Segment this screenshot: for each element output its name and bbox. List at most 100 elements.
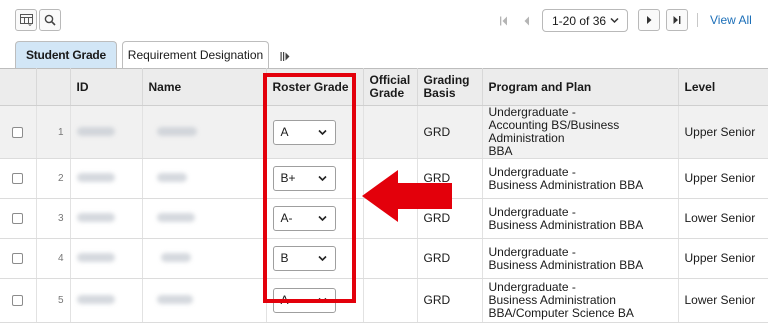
grid-header-row: ID Name Roster Grade Official Grade Grad… — [0, 68, 768, 106]
roster-grade-select[interactable]: A- — [272, 206, 336, 231]
student-id-cell — [70, 158, 143, 199]
student-id-cell — [70, 198, 143, 239]
row-select-cell — [0, 198, 37, 239]
roster-grade-select[interactable]: A — [272, 119, 336, 145]
level-cell: Upper Senior — [678, 238, 768, 279]
roster-grade-value: B — [280, 251, 289, 265]
column-header-grading-basis[interactable]: Grading Basis — [417, 68, 483, 106]
row-checkbox[interactable] — [12, 295, 24, 306]
plan-text-line: BBA/Computer Science BA — [488, 306, 634, 320]
first-page-button[interactable] — [499, 14, 509, 26]
page-range-value: 1-20 of 36 — [552, 13, 607, 28]
roster-grade-select[interactable]: B — [272, 246, 336, 271]
last-page-button[interactable] — [666, 9, 688, 31]
official-grade-cell — [363, 158, 418, 199]
first-page-icon — [500, 16, 507, 26]
column-header-program-and-plan[interactable]: Program and Plan — [482, 68, 679, 106]
column-header-roster-grade[interactable]: Roster Grade — [266, 68, 364, 106]
redacted-id — [76, 126, 115, 136]
program-plan-cell: Undergraduate - Business Administration … — [482, 278, 679, 323]
table-row: 3 A- GRD Undergraduate - Business Admini… — [0, 198, 768, 239]
toolbar-divider — [697, 13, 698, 27]
grading-basis-cell: GRD — [417, 158, 483, 199]
page-range-select[interactable]: 1-20 of 36 — [542, 9, 628, 32]
redacted-id — [76, 213, 115, 222]
expand-tabs-icon — [280, 52, 290, 61]
student-id-cell — [70, 278, 143, 323]
roster-grade-cell: B — [266, 238, 364, 279]
grading-basis-cell: GRD — [417, 198, 483, 239]
program-plan-cell: Undergraduate - Business Administration … — [482, 158, 679, 199]
student-name-cell — [142, 105, 267, 159]
show-all-columns-button[interactable] — [280, 49, 290, 67]
grading-basis-cell: GRD — [417, 278, 483, 323]
table-row: 5 A GRD Undergraduate - Business Adminis… — [0, 278, 768, 323]
row-select-cell — [0, 158, 37, 199]
row-checkbox[interactable] — [12, 173, 24, 184]
column-header-id[interactable]: ID — [70, 68, 143, 106]
plan-text-line: Business Administration BBA — [488, 217, 644, 232]
redacted-name — [156, 213, 195, 222]
row-number: 2 — [36, 158, 71, 199]
next-page-icon — [647, 16, 652, 24]
chevron-down-icon — [317, 215, 327, 222]
row-checkbox[interactable] — [12, 126, 24, 138]
student-name-cell — [142, 198, 267, 239]
grading-basis-cell: GRD — [417, 105, 483, 159]
personalize-grid-button[interactable] — [15, 9, 37, 31]
official-grade-cell — [363, 198, 418, 239]
redacted-id — [76, 295, 115, 304]
table-row: 1 A GRD Undergraduate - Accounting BS/Bu… — [0, 105, 768, 159]
redacted-name — [156, 126, 197, 136]
level-cell: Upper Senior — [678, 105, 768, 159]
roster-grade-value: A — [280, 293, 289, 307]
redacted-name — [160, 253, 191, 262]
level-cell: Lower Senior — [678, 198, 768, 239]
find-button[interactable] — [39, 9, 61, 31]
redacted-id — [76, 173, 115, 182]
student-name-cell — [142, 238, 267, 279]
official-grade-cell — [363, 238, 418, 279]
roster-grade-cell: B+ — [266, 158, 364, 199]
next-page-button[interactable] — [638, 9, 660, 31]
column-header-name[interactable]: Name — [142, 68, 267, 106]
chevron-down-icon — [317, 175, 327, 182]
tab-student-grade[interactable]: Student Grade — [15, 41, 117, 68]
roster-grade-select[interactable]: A — [272, 288, 336, 313]
table-row: 2 B+ GRD Undergraduate - Business Admini… — [0, 158, 768, 199]
chevron-down-icon — [610, 17, 619, 24]
table-row: 4 B GRD Undergraduate - Business Adminis… — [0, 238, 768, 279]
official-grade-cell — [363, 105, 418, 159]
student-grade-grid: ID Name Roster Grade Official Grade Grad… — [0, 68, 768, 323]
tab-requirement-designation[interactable]: Requirement Designation — [122, 41, 269, 68]
roster-grade-select[interactable]: B+ — [272, 166, 336, 191]
plan-text-line: Accounting BS/Business Administration — [488, 118, 620, 145]
view-all-link[interactable]: View All — [710, 13, 752, 27]
redacted-name — [156, 295, 193, 304]
row-number: 5 — [36, 278, 71, 323]
column-header-official-grade[interactable]: Official Grade — [363, 68, 418, 106]
roster-grade-value: A — [280, 124, 289, 139]
student-id-cell — [70, 238, 143, 279]
program-text: Undergraduate - — [488, 204, 576, 219]
search-icon — [44, 14, 56, 26]
row-checkbox[interactable] — [12, 253, 24, 264]
roster-grade-cell: A — [266, 278, 364, 323]
column-header-level[interactable]: Level — [678, 68, 768, 106]
previous-page-button[interactable] — [522, 14, 532, 26]
program-plan-cell: Undergraduate - Accounting BS/Business A… — [482, 105, 679, 159]
grid-settings-icon — [19, 14, 33, 26]
plan-text-line: Business Administration BBA — [488, 177, 644, 192]
row-number: 3 — [36, 198, 71, 239]
row-number-column-header — [36, 68, 71, 106]
roster-grade-cell: A- — [266, 198, 364, 239]
program-plan-cell: Undergraduate - Business Administration … — [482, 198, 679, 239]
redacted-id — [76, 253, 115, 262]
plan-text-line: BBA — [488, 144, 513, 158]
roster-grade-cell: A — [266, 105, 364, 159]
official-grade-cell — [363, 278, 418, 323]
student-name-cell — [142, 158, 267, 199]
row-number: 4 — [36, 238, 71, 279]
row-checkbox[interactable] — [12, 213, 24, 224]
level-cell: Lower Senior — [678, 278, 768, 323]
